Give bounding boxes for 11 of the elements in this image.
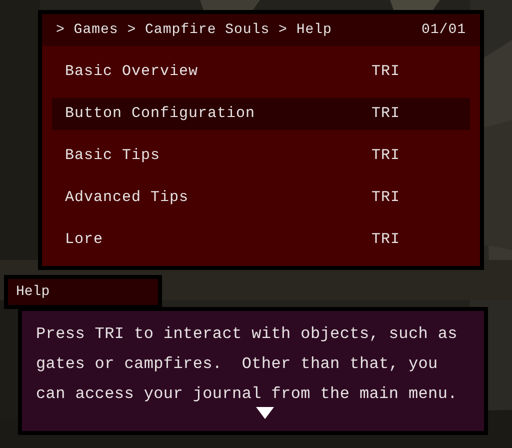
help-text-line: gates or campfires. Other than that, you <box>36 354 438 375</box>
help-title: Help <box>16 282 50 302</box>
menu-item[interactable]: Lore TRI <box>52 224 470 256</box>
page-counter: 01/01 <box>421 20 466 40</box>
menu-item[interactable]: Button Configuration TRI <box>52 98 470 130</box>
menu-item[interactable]: Basic Overview TRI <box>52 56 470 88</box>
menu-item[interactable]: Basic Tips TRI <box>52 140 470 172</box>
help-text-line: Press TRI to interact with objects, such as <box>36 324 458 345</box>
breadcrumb: > Games > Campfire Souls > Help <box>56 20 332 40</box>
menu-item[interactable]: Advanced Tips TRI <box>52 182 470 214</box>
help-text-line: can access your journal from the main menu. <box>36 384 458 405</box>
